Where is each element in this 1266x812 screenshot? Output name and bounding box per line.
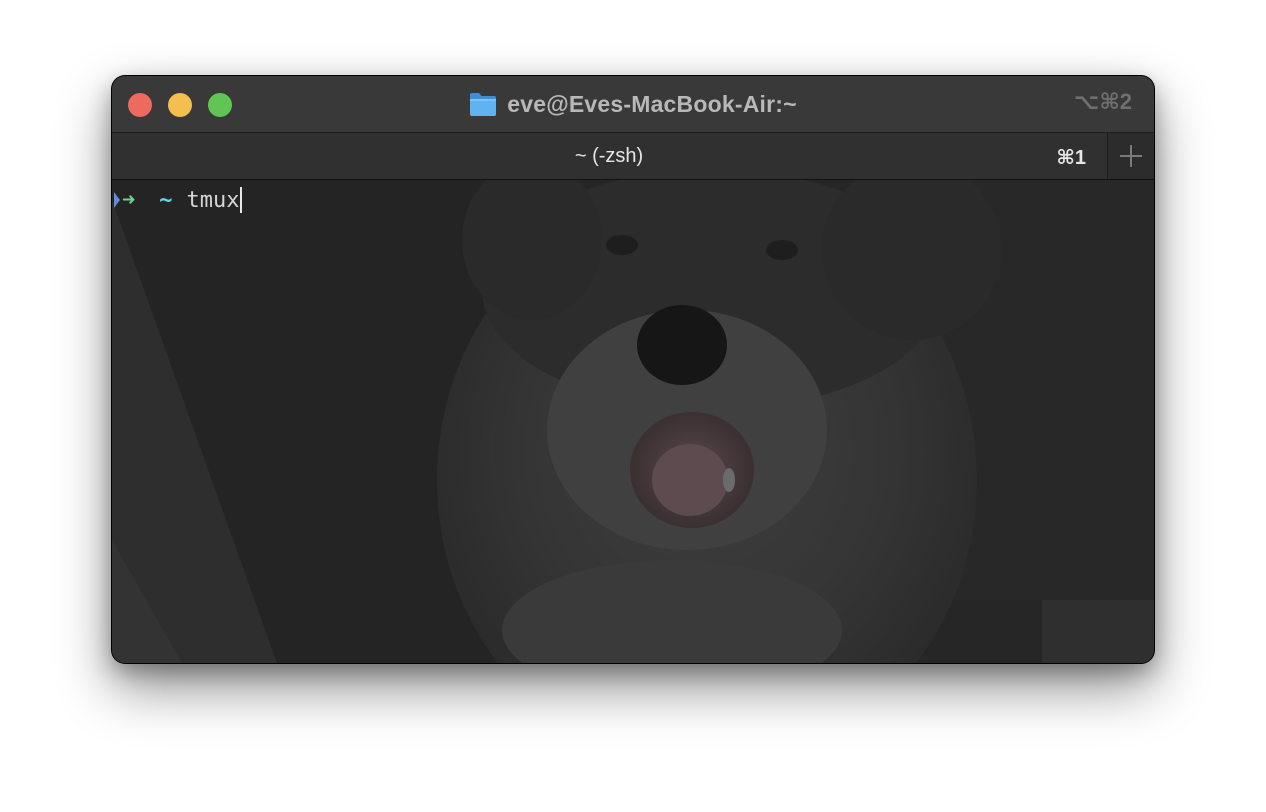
- prompt-arrow: ➜: [122, 187, 136, 213]
- terminal-content[interactable]: ➜ ~ tmux: [112, 180, 1154, 663]
- tab-bar: ~ (-zsh) ⌘1: [112, 132, 1154, 180]
- tab-shortcut-label: ⌘1: [1056, 147, 1086, 169]
- tab-title: ~ (-zsh): [574, 145, 644, 167]
- tab-zsh[interactable]: ~ (-zsh) ⌘1: [112, 133, 1106, 179]
- terminal-window: eve@Eves-MacBook-Air:~ ⌥⌘2 ~ (-zsh) ⌘1 ➜…: [112, 76, 1154, 663]
- dog-background-image: [112, 180, 1154, 663]
- prompt-directory: ~: [159, 187, 173, 213]
- prompt-line: ➜ ~ tmux: [112, 186, 243, 214]
- window-title: eve@Eves-MacBook-Air:~: [507, 90, 797, 117]
- new-tab-button[interactable]: [1107, 133, 1154, 179]
- command-input[interactable]: tmux: [187, 188, 240, 213]
- prompt-mark-icon: [114, 192, 120, 208]
- window-title-group: eve@Eves-MacBook-Air:~: [112, 76, 1154, 132]
- text-cursor: [240, 187, 243, 213]
- folder-icon: [470, 93, 497, 116]
- title-bar[interactable]: eve@Eves-MacBook-Air:~ ⌥⌘2: [112, 76, 1154, 132]
- window-shortcut-label: ⌥⌘2: [1074, 89, 1132, 114]
- plus-icon-stroke: [1130, 145, 1132, 167]
